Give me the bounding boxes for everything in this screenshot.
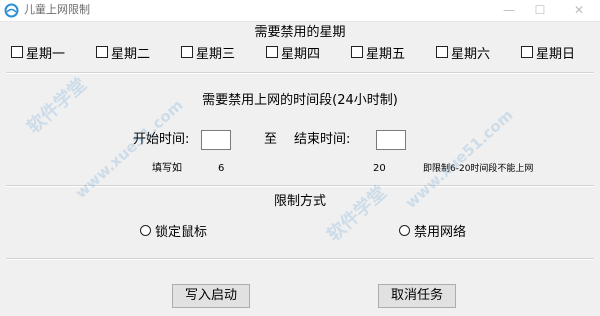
- checkbox-label: 星期日: [536, 46, 576, 62]
- app-logo-icon: [4, 3, 19, 18]
- checkbox-label: 星期二: [111, 46, 151, 62]
- example-start-value: 6: [218, 163, 225, 174]
- to-label: 至: [264, 132, 278, 147]
- start-time-label: 开始时间:: [133, 132, 190, 147]
- app-window: 儿童上网限制 — ☐ ✕ 需要禁用的星期 星期一 星期二 星期三 星期四 星期五…: [0, 0, 600, 316]
- checkbox-label: 星期三: [196, 46, 236, 62]
- time-section-title: 需要禁用上网的时间段(24小时制): [202, 93, 398, 108]
- watermark-text: 软件学堂: [323, 182, 391, 247]
- end-time-label: 结束时间:: [294, 132, 351, 147]
- close-icon[interactable]: ✕: [572, 3, 586, 17]
- checkbox-label: 星期五: [366, 46, 406, 62]
- window-title: 儿童上网限制: [24, 3, 90, 16]
- divider: [6, 185, 594, 187]
- example-note: 即限制6-20时间段不能上网: [423, 164, 534, 174]
- cancel-task-button[interactable]: 取消任务: [378, 284, 456, 308]
- checkbox-label: 星期四: [281, 46, 321, 62]
- checkbox-box[interactable]: [266, 46, 278, 58]
- checkbox-tuesday[interactable]: 星期二: [96, 44, 151, 62]
- checkbox-box[interactable]: [96, 46, 108, 58]
- radio-disable-network[interactable]: 禁用网络: [399, 222, 467, 240]
- checkbox-box[interactable]: [436, 46, 448, 58]
- checkbox-saturday[interactable]: 星期六: [436, 44, 491, 62]
- radio-circle[interactable]: [399, 224, 410, 236]
- checkbox-monday[interactable]: 星期一: [11, 44, 66, 62]
- checkbox-label: 星期一: [26, 46, 66, 62]
- divider: [6, 258, 594, 260]
- title-bar: 儿童上网限制 — ☐ ✕: [0, 0, 600, 22]
- radio-circle[interactable]: [140, 224, 151, 236]
- checkbox-box[interactable]: [521, 46, 533, 58]
- write-start-button[interactable]: 写入启动: [172, 284, 250, 308]
- maximize-icon[interactable]: ☐: [533, 3, 547, 17]
- minimize-icon[interactable]: —: [502, 3, 516, 17]
- radio-label: 禁用网络: [414, 224, 467, 240]
- checkbox-box[interactable]: [181, 46, 193, 58]
- radio-lock-mouse[interactable]: 锁定鼠标: [140, 222, 208, 240]
- start-time-input[interactable]: [201, 130, 231, 150]
- end-time-input[interactable]: [376, 130, 406, 150]
- radio-label: 锁定鼠标: [155, 224, 208, 240]
- checkbox-label: 星期六: [451, 46, 491, 62]
- checkbox-wednesday[interactable]: 星期三: [181, 44, 236, 62]
- divider: [6, 72, 594, 74]
- checkbox-box[interactable]: [11, 46, 23, 58]
- checkbox-box[interactable]: [351, 46, 363, 58]
- checkbox-sunday[interactable]: 星期日: [521, 44, 576, 62]
- checkbox-thursday[interactable]: 星期四: [266, 44, 321, 62]
- method-section-title: 限制方式: [273, 194, 326, 209]
- example-prefix: 填写如: [152, 163, 182, 174]
- checkbox-friday[interactable]: 星期五: [351, 44, 406, 62]
- weekdays-section-title: 需要禁用的星期: [254, 25, 346, 40]
- example-end-value: 20: [373, 163, 386, 174]
